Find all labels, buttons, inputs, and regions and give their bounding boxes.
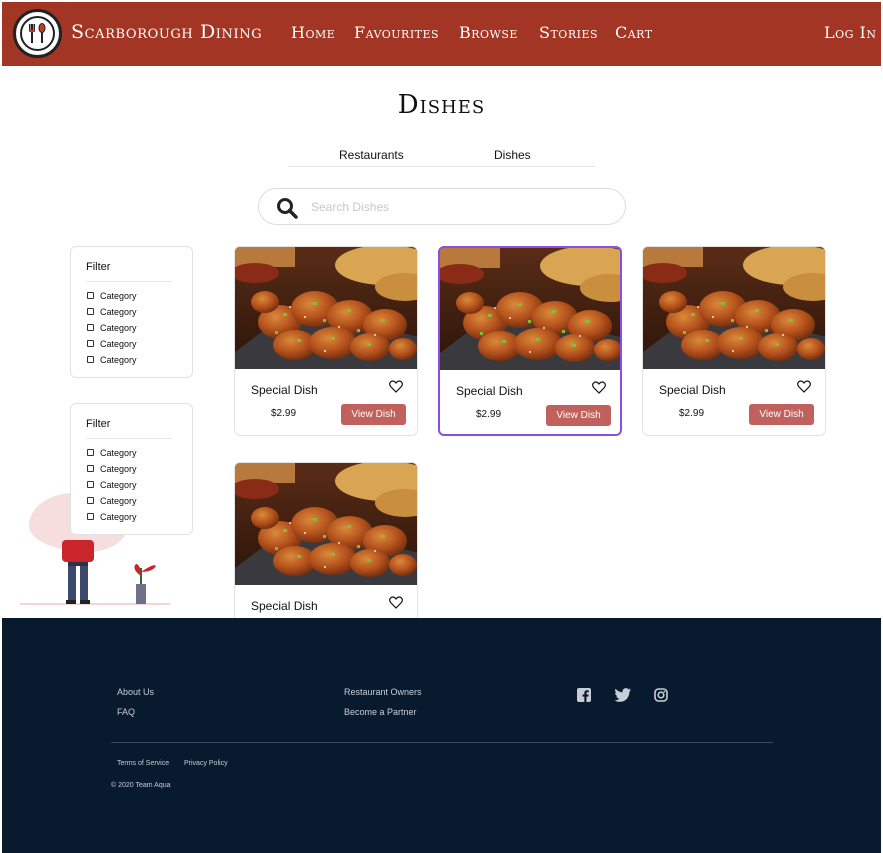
view-dish-button[interactable]: View Dish xyxy=(341,404,406,425)
heart-icon[interactable] xyxy=(797,380,811,393)
heart-icon[interactable] xyxy=(389,380,403,393)
checkbox[interactable] xyxy=(87,465,94,473)
footer-divider xyxy=(111,742,773,743)
view-dish-button[interactable]: View Dish xyxy=(749,404,814,425)
dish-card[interactable]: Special Dish $2.99 View Dish xyxy=(642,246,826,436)
search-input[interactable] xyxy=(311,197,601,217)
footer-link-partner[interactable]: Become a Partner xyxy=(344,707,417,717)
search-icon[interactable] xyxy=(276,197,298,219)
filter-option[interactable]: Category xyxy=(87,463,137,475)
logo[interactable] xyxy=(13,9,62,58)
checkbox[interactable] xyxy=(87,292,94,300)
filter-option[interactable]: Category xyxy=(87,495,137,507)
checkbox[interactable] xyxy=(87,340,94,348)
nav-favourites[interactable]: Favourites xyxy=(354,23,439,42)
filter-title: Filter xyxy=(86,261,111,273)
tab-restaurants[interactable]: Restaurants xyxy=(339,148,404,162)
search-bar xyxy=(258,188,626,225)
filter-option-label: Category xyxy=(100,291,137,301)
page-title: Dishes xyxy=(397,90,486,120)
divider xyxy=(86,438,172,439)
dish-price: $2.99 xyxy=(271,408,297,419)
checkbox[interactable] xyxy=(87,356,94,364)
heart-icon[interactable] xyxy=(592,381,606,394)
filter-option-label: Category xyxy=(100,512,137,522)
dish-name: Special Dish xyxy=(659,383,726,397)
filter-option-label: Category xyxy=(100,480,137,490)
site-header: Scarborough Dining Home Favourites Brows… xyxy=(2,2,881,66)
footer-link-faq[interactable]: FAQ xyxy=(117,707,135,717)
filter-option-label: Category xyxy=(100,323,137,333)
filter-option-label: Category xyxy=(100,464,137,474)
filter-option[interactable]: Category xyxy=(87,322,137,334)
filter-option-label: Category xyxy=(100,496,137,506)
footer-link-privacy[interactable]: Privacy Policy xyxy=(184,760,228,767)
filter-option[interactable]: Category xyxy=(87,447,137,459)
login-link[interactable]: Log In xyxy=(824,23,876,42)
filter-option-label: Category xyxy=(100,307,137,317)
twitter-icon[interactable] xyxy=(615,688,631,702)
filter-option[interactable]: Category xyxy=(87,338,137,350)
filter-option-label: Category xyxy=(100,339,137,349)
filter-option[interactable]: Category xyxy=(87,354,137,366)
tab-bar: Restaurants Dishes xyxy=(289,148,595,167)
filter-option-label: Category xyxy=(100,448,137,458)
checkbox[interactable] xyxy=(87,513,94,521)
filter-option[interactable]: Category xyxy=(87,479,137,491)
checkbox[interactable] xyxy=(87,497,94,505)
fork-spoon-icon xyxy=(20,16,55,51)
nav-stories[interactable]: Stories xyxy=(539,23,598,42)
dish-image[interactable] xyxy=(440,248,620,370)
dish-image[interactable] xyxy=(235,463,417,585)
filter-title: Filter xyxy=(86,418,111,430)
checkbox[interactable] xyxy=(87,324,94,332)
brand-name[interactable]: Scarborough Dining xyxy=(71,21,262,43)
dish-name: Special Dish xyxy=(251,599,318,613)
nav-cart[interactable]: Cart xyxy=(615,23,653,42)
nav-browse[interactable]: Browse xyxy=(459,23,518,42)
person-illustration xyxy=(20,540,170,605)
filter-option[interactable]: Category xyxy=(87,306,137,318)
footer-link-about[interactable]: About Us xyxy=(117,687,154,697)
divider xyxy=(86,281,172,282)
copyright: © 2020 Team Aqua xyxy=(111,782,171,789)
dish-card[interactable]: Special Dish xyxy=(234,462,418,622)
filter-panel: Filter Category Category Category Catego… xyxy=(70,403,193,535)
heart-icon[interactable] xyxy=(389,596,403,609)
tab-dishes[interactable]: Dishes xyxy=(494,148,531,162)
site-footer: About Us FAQ Restaurant Owners Become a … xyxy=(2,618,881,853)
footer-link-terms[interactable]: Terms of Service xyxy=(117,760,169,767)
checkbox[interactable] xyxy=(87,481,94,489)
dish-image[interactable] xyxy=(643,247,825,369)
filter-option[interactable]: Category xyxy=(87,290,137,302)
dish-card[interactable]: Special Dish $2.99 View Dish xyxy=(438,246,622,436)
filter-panel: Filter Category Category Category Catego… xyxy=(70,246,193,378)
dish-price: $2.99 xyxy=(476,409,502,420)
filter-option[interactable]: Category xyxy=(87,511,137,523)
checkbox[interactable] xyxy=(87,449,94,457)
footer-link-owners[interactable]: Restaurant Owners xyxy=(344,687,422,697)
dish-card[interactable]: Special Dish $2.99 View Dish xyxy=(234,246,418,436)
nav-home[interactable]: Home xyxy=(291,23,335,42)
dish-name: Special Dish xyxy=(456,384,523,398)
instagram-icon[interactable] xyxy=(654,688,668,702)
view-dish-button[interactable]: View Dish xyxy=(546,405,611,426)
dish-price: $2.99 xyxy=(679,408,705,419)
dish-image[interactable] xyxy=(235,247,417,369)
dish-name: Special Dish xyxy=(251,383,318,397)
checkbox[interactable] xyxy=(87,308,94,316)
facebook-icon[interactable] xyxy=(577,688,591,702)
filter-option-label: Category xyxy=(100,355,137,365)
